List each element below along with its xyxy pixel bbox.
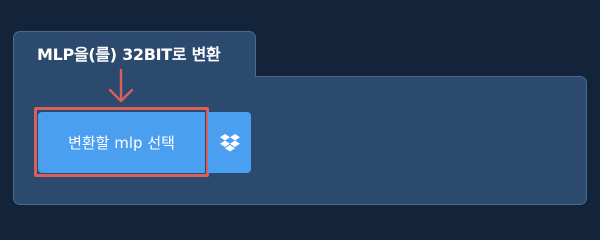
dropbox-button[interactable] <box>208 112 251 173</box>
select-file-button-label: 변환할 mlp 선택 <box>68 134 175 152</box>
down-arrow-icon <box>108 68 134 103</box>
converter-title: MLP을(를) 32BIT로 변환 <box>37 45 221 64</box>
dropbox-icon <box>219 133 240 151</box>
select-file-button[interactable]: 변환할 mlp 선택 <box>38 112 205 173</box>
